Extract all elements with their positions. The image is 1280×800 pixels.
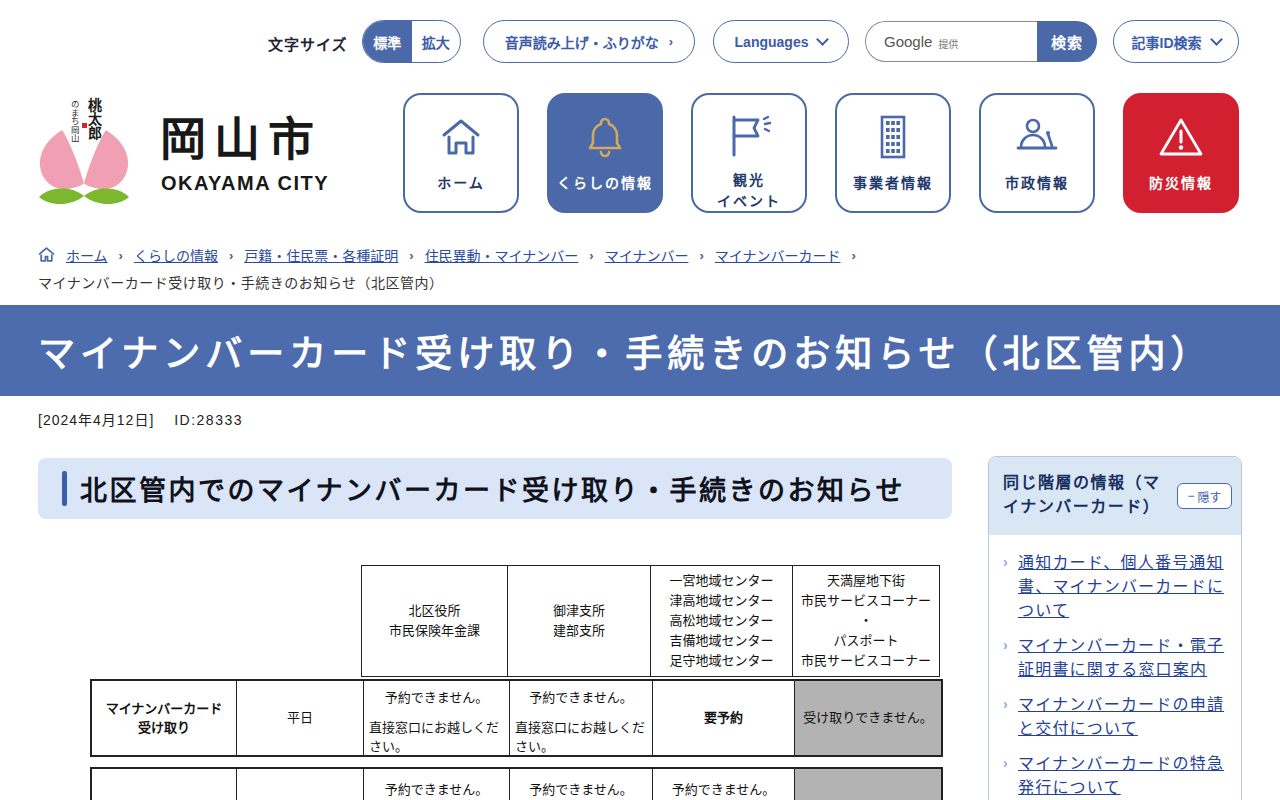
flag-icon — [724, 107, 774, 164]
related-links-header: 同じ階層の情報（マイナンバーカード） − 隠す — [989, 457, 1241, 535]
table-row: 予約できません。 予約できません。 予約できません。 — [90, 767, 943, 800]
list-item: › 通知カード、個人番号通知書、マイナンバーカードについて — [1003, 551, 1229, 623]
table-cell: 要予約 — [653, 681, 795, 755]
table-cell: 予約できません。 直接窓口にお越しください。 — [510, 681, 653, 755]
font-size-large-button[interactable]: 拡大 — [412, 21, 461, 62]
section-heading: 北区管内でのマイナンバーカード受け取り・手続きのお知らせ — [38, 458, 952, 519]
google-logo: Google — [884, 33, 932, 50]
site-search: Google 提供 検索 — [865, 21, 1097, 62]
chevron-right-icon: › — [669, 34, 673, 49]
row-label-cell: マイナンバーカード 受け取り — [92, 681, 237, 755]
chevron-right-icon: › — [409, 248, 413, 263]
related-links-list: › 通知カード、個人番号通知書、マイナンバーカードについて › マイナンバーカード・… — [989, 535, 1241, 800]
article-meta: [2024年4月12日] ID:28333 — [38, 409, 243, 429]
page-title: マイナンバーカード受け取り・手続きのお知らせ（北区管内） — [0, 324, 1213, 378]
article-date: [2024年4月12日] — [38, 412, 154, 428]
chevron-down-icon — [817, 33, 830, 46]
table-cell: 予約できません。 — [510, 769, 653, 800]
list-item: › マイナンバーカードの特急発行について — [1003, 752, 1229, 800]
chevron-right-icon: › — [1003, 694, 1009, 715]
nav-city-government[interactable]: 市政情報 — [979, 93, 1095, 213]
row-label-cell — [92, 769, 237, 800]
article-id-search-button[interactable]: 記事ID検索 — [1113, 20, 1239, 63]
hide-button[interactable]: − 隠す — [1177, 483, 1232, 509]
table-cell-unavailable — [795, 769, 941, 800]
nav-business-info[interactable]: 事業者情報 — [835, 93, 951, 213]
warning-icon — [1156, 107, 1206, 167]
city-logo[interactable]: 桃太郎 のまち岡山 岡山市 OKAYAMA CITY — [38, 96, 358, 208]
table-header-cell: 天満屋地下街 市民サービスコーナー ・ パスポート 市民サービスコーナー — [792, 565, 940, 677]
breadcrumb: ホーム › くらしの情報 › 戸籍・住民票・各種証明 › 住民異動・マイナンバー… — [38, 245, 856, 265]
list-item: › マイナンバーカードの申請と交付について — [1003, 693, 1229, 741]
breadcrumb-link[interactable]: マイナンバー — [605, 245, 689, 265]
page-title-banner: マイナンバーカード受け取り・手続きのお知らせ（北区管内） — [0, 305, 1280, 396]
breadcrumb-link[interactable]: 住民異動・マイナンバー — [425, 245, 579, 265]
minus-icon: − — [1187, 489, 1194, 503]
breadcrumb-link[interactable]: くらしの情報 — [134, 245, 218, 265]
city-name: 岡山市 — [160, 102, 322, 168]
chevron-right-icon: › — [229, 248, 233, 263]
languages-button[interactable]: Languages — [713, 20, 849, 63]
breadcrumb-current: マイナンバーカード受け取り・手続きのお知らせ（北区管内） — [38, 272, 443, 292]
list-item: › マイナンバーカード・電子証明書に関する窓口案内 — [1003, 634, 1229, 682]
clerk-desk-icon — [1012, 107, 1062, 167]
chevron-right-icon: › — [852, 248, 856, 263]
building-icon — [872, 107, 914, 167]
nav-home[interactable]: ホーム — [403, 93, 519, 213]
table-header-cell: 一宮地域センター 津高地域センター 高松地域センター 吉備地域センター 足守地域… — [650, 565, 793, 677]
table-cell: 予約できません。 — [364, 769, 510, 800]
city-name-en: OKAYAMA CITY — [161, 172, 329, 195]
peach-logo-icon — [38, 127, 130, 209]
nav-living-info[interactable]: くらしの情報 — [547, 93, 663, 213]
day-cell — [237, 769, 364, 800]
related-link[interactable]: 通知カード、個人番号通知書、マイナンバーカードについて — [1018, 554, 1224, 619]
table-row: マイナンバーカード 受け取り 平日 予約できません。 直接窓口にお越しください。… — [90, 679, 943, 757]
related-link[interactable]: マイナンバーカードの特急発行について — [1018, 755, 1224, 796]
home-icon — [438, 107, 484, 167]
table-header-cell: 御津支所 建部支所 — [507, 565, 651, 677]
okayama-city-page: 文字サイズ 標準 拡大 音声読み上げ・ふりがな › Languages Goog… — [0, 0, 1280, 800]
logo-tagline-city: のまち岡山 — [69, 100, 79, 143]
nav-disaster-info[interactable]: 防災情報 — [1123, 93, 1239, 213]
chevron-right-icon: › — [699, 248, 703, 263]
table-header-cell: 北区役所 市民保険年金課 — [361, 565, 508, 677]
related-links-panel: 同じ階層の情報（マイナンバーカード） − 隠す › 通知カード、個人番号通知書、マ… — [988, 456, 1242, 800]
chevron-right-icon: › — [119, 248, 123, 263]
chevron-right-icon: › — [1003, 753, 1009, 774]
related-link[interactable]: マイナンバーカードの申請と交付について — [1018, 696, 1224, 737]
chevron-right-icon: › — [1003, 552, 1009, 573]
search-input[interactable]: Google 提供 — [865, 21, 1037, 62]
speech-reading-button[interactable]: 音声読み上げ・ふりがな › — [483, 20, 695, 63]
chevron-down-icon — [1210, 33, 1223, 46]
table-header-row: 北区役所 市民保険年金課 御津支所 建部支所 一宮地域センター 津高地域センター… — [90, 565, 940, 677]
logo-tagline-momotaro: 桃太郎 — [86, 98, 102, 140]
logo-red-dot — [82, 123, 87, 128]
table-cell: 予約できません。 — [653, 769, 795, 800]
font-size-label: 文字サイズ — [268, 33, 348, 54]
nav-tourism-events[interactable]: 観光 イベント — [691, 93, 807, 213]
related-links-title: 同じ階層の情報（マイナンバーカード） — [1003, 471, 1167, 519]
breadcrumb-link[interactable]: マイナンバーカード — [715, 245, 841, 265]
table-cell-unavailable: 受け取りできません。 — [795, 681, 941, 755]
chevron-right-icon: › — [589, 248, 593, 263]
breadcrumb-link[interactable]: 戸籍・住民票・各種証明 — [244, 245, 398, 265]
section-accent-bar — [62, 471, 67, 506]
chevron-right-icon: › — [1003, 635, 1009, 656]
breadcrumb-home[interactable]: ホーム — [66, 245, 108, 265]
font-size-standard-button[interactable]: 標準 — [363, 21, 412, 62]
search-button[interactable]: 検索 — [1037, 21, 1097, 62]
article-id: ID:28333 — [174, 412, 243, 428]
font-size-toggle: 標準 拡大 — [362, 20, 461, 63]
related-link[interactable]: マイナンバーカード・電子証明書に関する窓口案内 — [1018, 637, 1224, 678]
table-cell: 予約できません。 直接窓口にお越しください。 — [364, 681, 510, 755]
home-icon — [38, 247, 55, 263]
day-cell: 平日 — [237, 681, 364, 755]
bell-icon — [583, 107, 627, 167]
